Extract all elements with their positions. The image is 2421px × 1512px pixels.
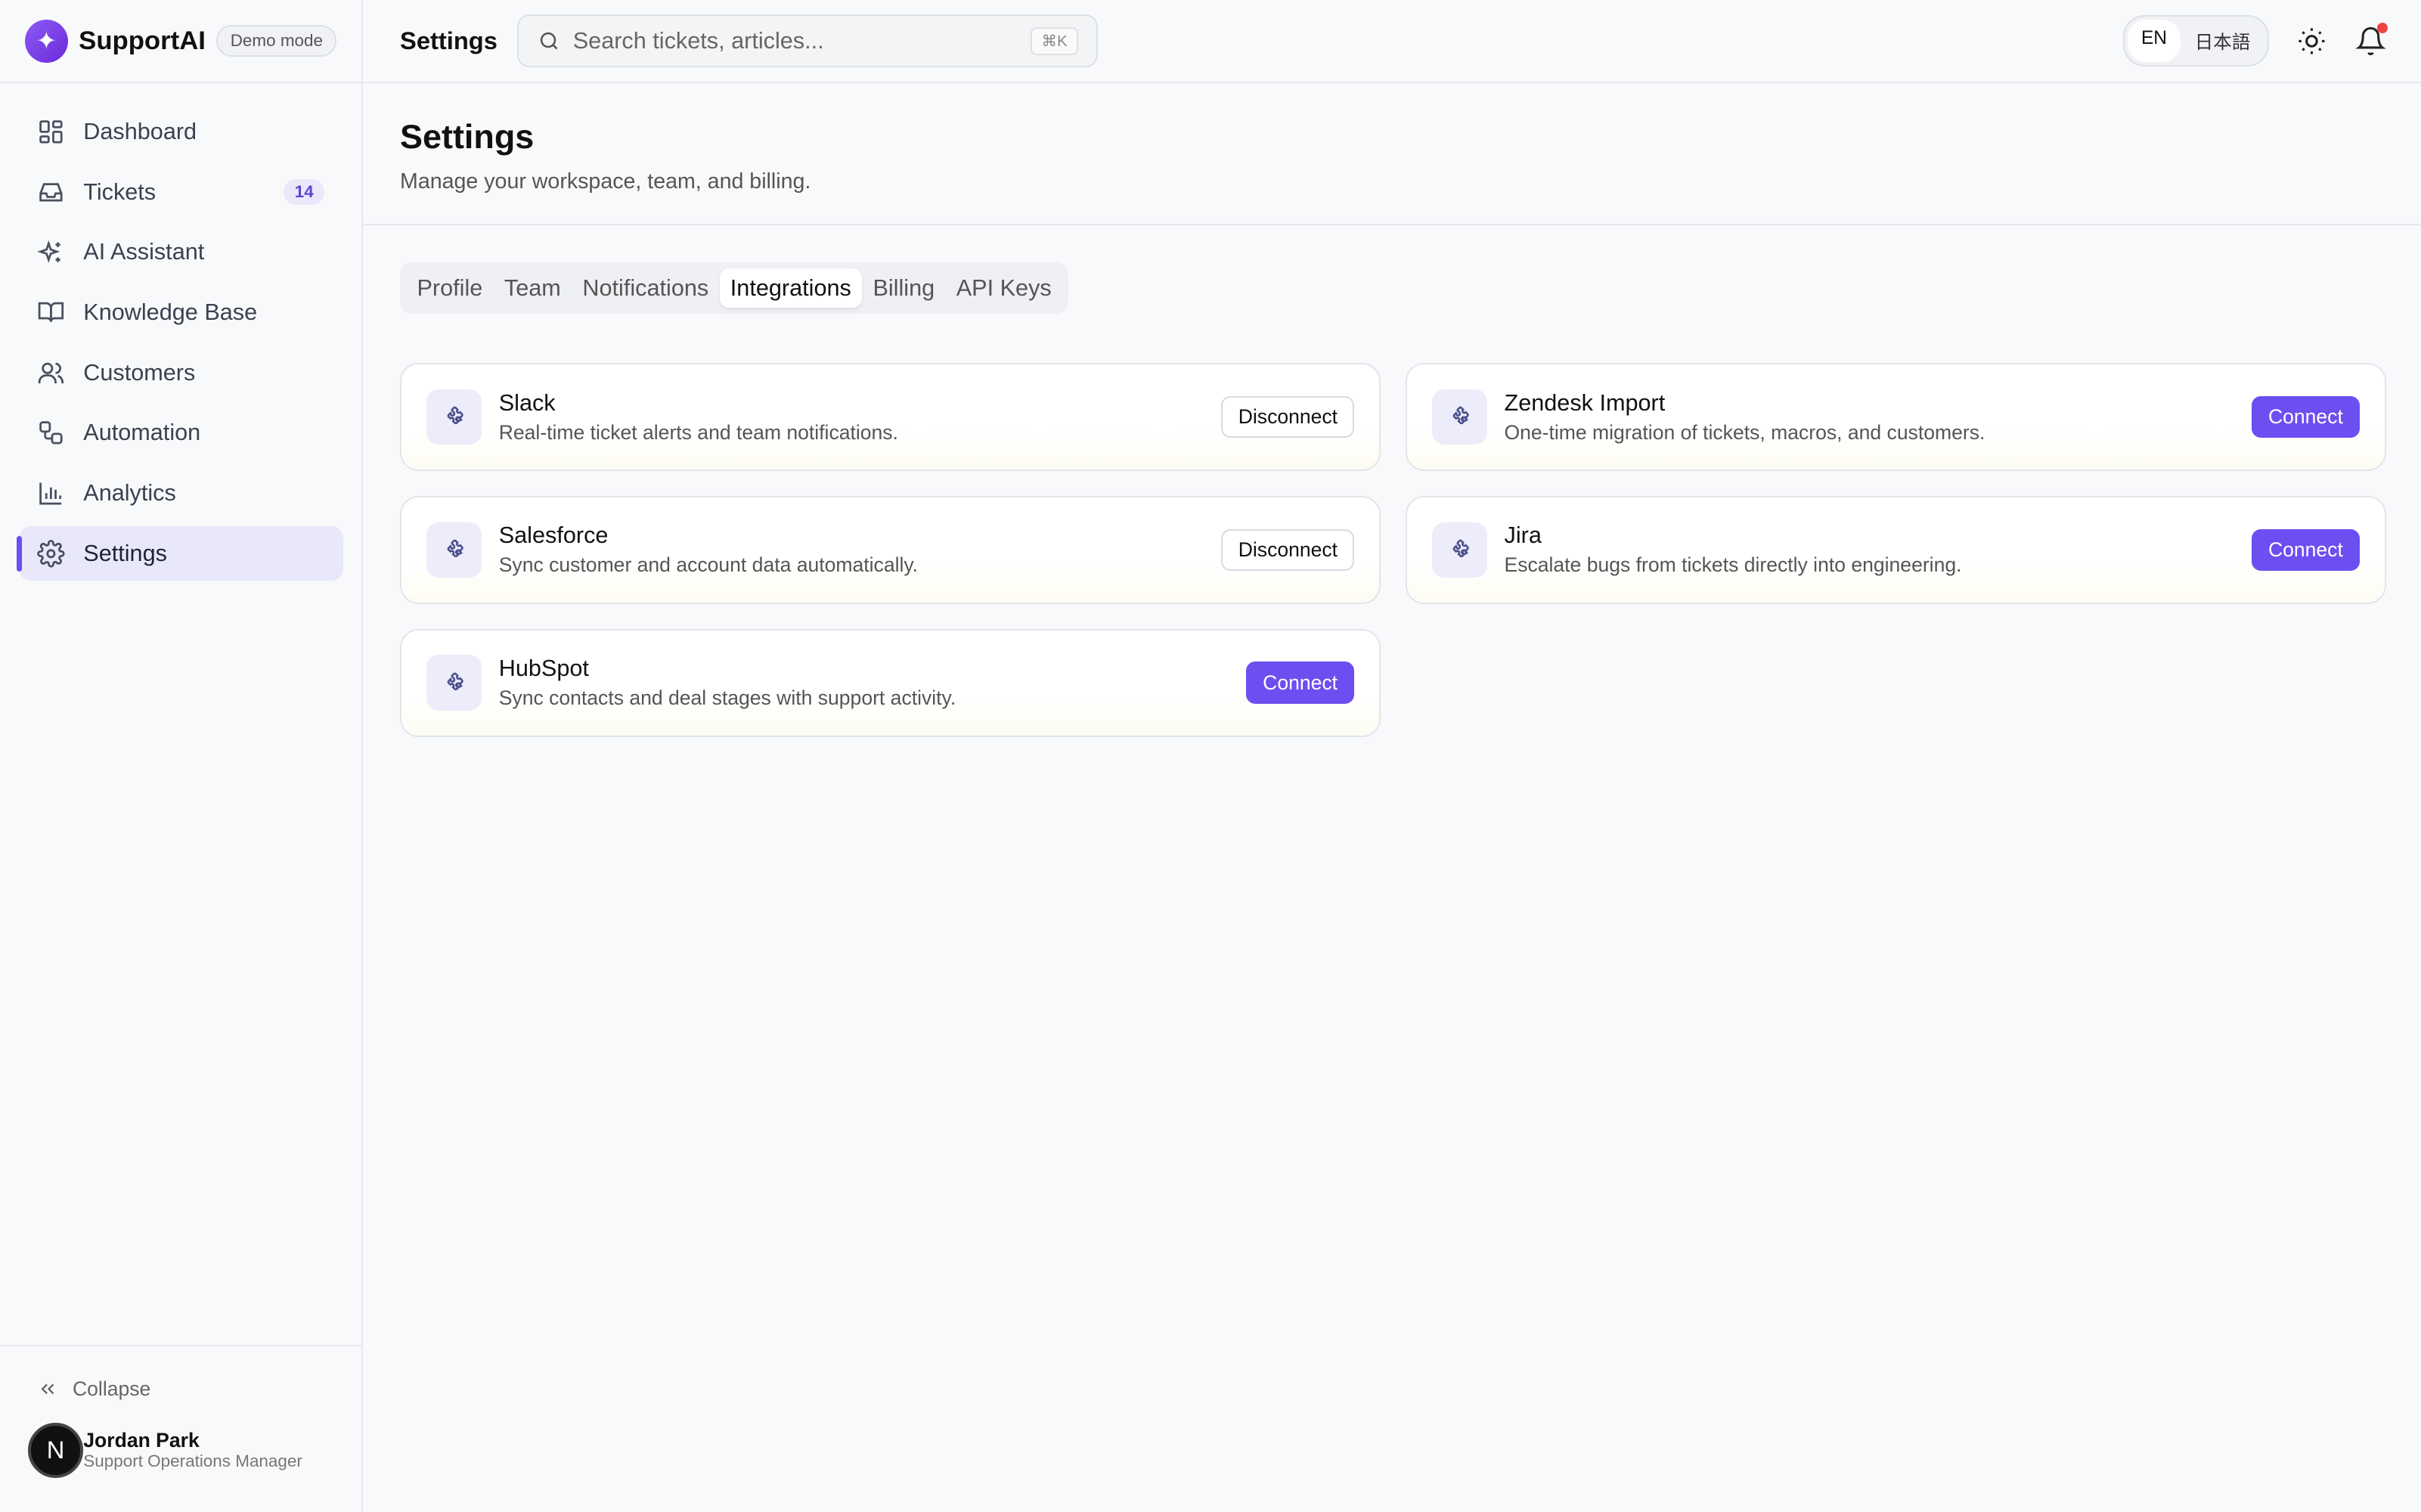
- language-option-ja[interactable]: 日本語: [2181, 20, 2264, 61]
- integration-name: Slack: [498, 389, 556, 416]
- sidebar-item-automation[interactable]: Automation: [19, 406, 343, 460]
- tab-api-keys[interactable]: API Keys: [945, 268, 1062, 307]
- user-info: Jordan Park Support Operations Manager: [83, 1429, 302, 1470]
- puzzle-icon: [426, 389, 482, 445]
- sparkles-icon: [37, 240, 60, 263]
- collapse-label: Collapse: [72, 1377, 151, 1401]
- integration-card-zendesk-import: Zendesk Import One-time migration of tic…: [1405, 363, 2386, 472]
- tab-profile[interactable]: Profile: [406, 268, 493, 307]
- topbar: Settings ⌘K EN 日本語: [363, 0, 2421, 84]
- search-input[interactable]: [572, 27, 1031, 54]
- puzzle-icon: [1431, 389, 1488, 445]
- sidebar: ✦ SupportAI Demo mode Dashboard Tickets …: [0, 0, 364, 1512]
- sidebar-item-dashboard[interactable]: Dashboard: [19, 105, 343, 159]
- puzzle-icon: [426, 655, 482, 711]
- page-header: Settings Manage your workspace, team, an…: [363, 83, 2421, 226]
- integration-card-salesforce: Salesforce Sync customer and account dat…: [400, 495, 1381, 604]
- integration-card-slack: Slack Real-time ticket alerts and team n…: [400, 363, 1381, 472]
- book-icon: [38, 302, 64, 323]
- integration-name: Zendesk Import: [1504, 389, 1666, 416]
- tickets-count-badge: 14: [284, 179, 325, 206]
- search-icon: [540, 32, 558, 50]
- integration-description: Real-time ticket alerts and team notific…: [498, 420, 898, 444]
- disconnect-salesforce-button[interactable]: Disconnect: [1221, 528, 1355, 572]
- brand-name[interactable]: SupportAI: [79, 26, 206, 56]
- integration-description: Sync customer and account data automatic…: [498, 553, 919, 577]
- page-subtitle: Manage your workspace, team, and billing…: [400, 169, 811, 194]
- sidebar-item-label: AI Assistant: [83, 239, 205, 265]
- sidebar-item-label: Automation: [83, 420, 201, 446]
- puzzle-icon: [426, 522, 482, 578]
- sidebar-item-tickets[interactable]: Tickets 14: [19, 166, 343, 219]
- connect-hubspot-button[interactable]: Connect: [1245, 662, 1355, 704]
- sidebar-item-label: Settings: [83, 540, 167, 566]
- chevrons-left-icon: [41, 1383, 54, 1395]
- workflow-icon: [39, 421, 63, 445]
- connect-jira-button[interactable]: Connect: [2251, 528, 2361, 572]
- sidebar-item-label: Knowledge Base: [83, 299, 258, 326]
- integration-name: HubSpot: [498, 655, 589, 681]
- sidebar-item-knowledge-base[interactable]: Knowledge Base: [19, 286, 343, 339]
- gear-icon: [37, 539, 65, 568]
- tab-notifications[interactable]: Notifications: [572, 268, 719, 307]
- integration-description: Escalate bugs from tickets directly into…: [1504, 553, 1962, 577]
- bar-chart-icon: [39, 482, 62, 505]
- avatar[interactable]: N: [27, 1422, 84, 1479]
- sidebar-item-settings[interactable]: Settings: [17, 526, 343, 581]
- sidebar-item-label: Dashboard: [83, 119, 197, 145]
- sidebar-footer: Collapse N Jordan Park Support Operation…: [0, 1345, 362, 1512]
- brand-header: ✦ SupportAI Demo mode: [0, 0, 362, 84]
- search-box[interactable]: ⌘K: [517, 14, 1099, 67]
- sidebar-item-ai-assistant[interactable]: AI Assistant: [19, 225, 343, 279]
- language-option-en[interactable]: EN: [2127, 20, 2181, 62]
- integrations-grid: Slack Real-time ticket alerts and team n…: [400, 363, 2386, 737]
- users-icon: [38, 362, 64, 383]
- settings-tabs: Profile Team Notifications Integrations …: [400, 262, 1069, 314]
- integration-description: Sync contacts and deal stages with suppo…: [498, 686, 956, 710]
- sidebar-item-customers[interactable]: Customers: [19, 345, 343, 399]
- sidebar-item-label: Analytics: [83, 479, 176, 506]
- sidebar-item-label: Customers: [83, 359, 196, 386]
- tab-billing[interactable]: Billing: [862, 268, 945, 307]
- dashboard-icon: [39, 120, 63, 144]
- collapse-button[interactable]: Collapse: [0, 1346, 361, 1401]
- demo-mode-badge: Demo mode: [216, 25, 337, 57]
- brand-logo-icon[interactable]: ✦: [24, 19, 68, 63]
- page-title: Settings: [400, 117, 535, 156]
- sidebar-item-analytics[interactable]: Analytics: [19, 466, 343, 520]
- user-name: Jordan Park: [83, 1429, 200, 1452]
- sidebar-item-label: Tickets: [83, 178, 157, 205]
- integration-name: Jira: [1504, 522, 1542, 549]
- notifications-button[interactable]: [2355, 22, 2388, 57]
- search-shortcut-hint: ⌘K: [1031, 26, 1078, 55]
- topbar-actions: EN 日本語: [2122, 15, 2388, 67]
- integration-name: Salesforce: [498, 522, 609, 549]
- topbar-title: Settings: [400, 26, 498, 55]
- connect-zendesk-import-button[interactable]: Connect: [2251, 396, 2361, 438]
- main-content: Settings ⌘K EN 日本語 Settings Manage y: [363, 0, 2421, 1512]
- tab-integrations[interactable]: Integrations: [719, 268, 863, 308]
- tab-team[interactable]: Team: [494, 268, 572, 307]
- integration-card-jira: Jira Escalate bugs from tickets directly…: [1405, 495, 2386, 604]
- disconnect-slack-button[interactable]: Disconnect: [1221, 396, 1355, 438]
- inbox-icon: [39, 183, 63, 202]
- notification-dot: [2376, 22, 2388, 33]
- sun-icon[interactable]: [2296, 26, 2327, 57]
- language-switcher: EN 日本語: [2122, 15, 2269, 67]
- user-profile[interactable]: N Jordan Park Support Operations Manager: [0, 1401, 361, 1479]
- puzzle-icon: [1431, 522, 1488, 578]
- sidebar-nav: Dashboard Tickets 14 AI Assistant Knowle…: [0, 83, 361, 581]
- user-role: Support Operations Manager: [83, 1451, 302, 1470]
- integration-description: One-time migration of tickets, macros, a…: [1504, 420, 1985, 444]
- integration-card-hubspot: HubSpot Sync contacts and deal stages wi…: [400, 628, 1381, 737]
